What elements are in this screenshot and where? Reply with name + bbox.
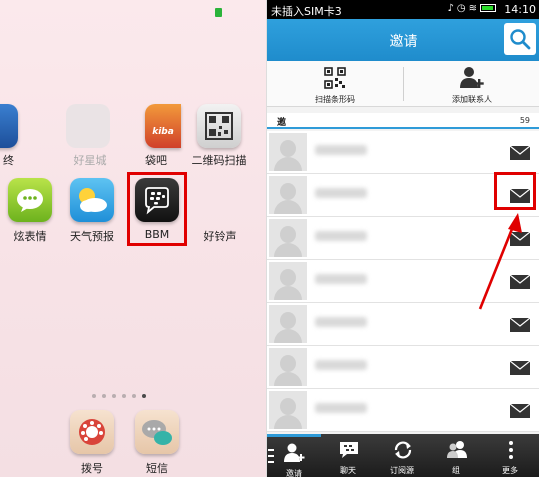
app-header: 邀请 <box>267 19 539 61</box>
blurred-contact-name <box>315 317 367 327</box>
scan-barcode-button[interactable]: 扫描条形码 <box>267 61 403 107</box>
avatar <box>269 176 307 214</box>
weather-app-icon[interactable] <box>70 178 114 222</box>
status-icons: ♪◷≋ <box>447 3 496 14</box>
status-bar: 未插入SIM卡3 ♪◷≋ 14:10 <box>267 0 539 19</box>
home-screen: 终 好星城 kiba 袋吧 二维码扫描 炫表情 天气预报 BBM 好铃声 拨号 … <box>0 0 266 477</box>
tab-invite-label: 邀请 <box>286 469 302 477</box>
kiba-app-icon[interactable]: kiba <box>145 104 181 148</box>
alarm-icon: ◷ <box>456 3 469 14</box>
bbm-chat-icon <box>340 442 358 458</box>
avatar <box>269 133 307 171</box>
blurred-contact-name <box>315 274 367 284</box>
ringtone-app-label: 好铃声 <box>203 230 237 243</box>
battery-icon <box>480 4 496 12</box>
tab-feeds-label: 订阅源 <box>390 466 414 475</box>
blurred-contact-name <box>315 145 367 155</box>
tab-invite[interactable]: 邀请 <box>267 434 321 477</box>
refresh-icon <box>394 441 412 459</box>
tab-feeds[interactable]: 订阅源 <box>375 434 429 477</box>
app-label-partial: 终 <box>3 154 14 167</box>
emoticon-app-icon[interactable] <box>8 178 52 222</box>
contact-row[interactable] <box>267 346 539 389</box>
search-button[interactable] <box>504 23 536 55</box>
invite-mail-icon[interactable] <box>510 361 530 375</box>
avatar <box>269 305 307 343</box>
app-icon-partial[interactable] <box>0 104 18 148</box>
page-indicator[interactable] <box>92 394 146 398</box>
dialer-app-label: 拨号 <box>81 462 103 475</box>
rotary-phone-icon <box>79 419 105 445</box>
tab-chat-label: 聊天 <box>340 466 356 475</box>
tab-more[interactable]: 更多 <box>483 434 537 477</box>
contact-row[interactable] <box>267 131 539 174</box>
invite-person-icon <box>284 443 305 462</box>
app-icon-partial-2[interactable] <box>66 104 110 148</box>
red-arrow-pointer <box>478 213 522 310</box>
chat-bubble-icon <box>17 189 43 212</box>
app-label-partial-2: 好星城 <box>73 154 107 167</box>
message-bubbles-icon <box>142 420 172 445</box>
dialer-app-icon[interactable] <box>70 410 114 454</box>
menu-lines-icon[interactable] <box>268 449 274 463</box>
tab-more-label: 更多 <box>502 466 518 475</box>
qr-code-icon <box>205 112 233 140</box>
add-person-icon <box>460 67 484 88</box>
add-contact-button[interactable]: 添加联系人 <box>404 61 539 107</box>
mute-icon: ♪ <box>447 3 457 14</box>
blurred-contact-name <box>315 360 367 370</box>
blurred-contact-name <box>315 403 367 413</box>
page-title: 邀请 <box>389 34 418 50</box>
kiba-logo-text: kiba <box>152 127 174 137</box>
tab-chat[interactable]: 聊天 <box>321 434 375 477</box>
invite-mail-icon[interactable] <box>510 404 530 418</box>
qr-scanner-app-label: 二维码扫描 <box>191 154 247 167</box>
avatar <box>269 219 307 257</box>
wifi-icon: ≋ <box>468 3 480 14</box>
avatar <box>269 391 307 429</box>
invite-mail-icon[interactable] <box>510 146 530 160</box>
carrier-text: 未插入SIM卡3 <box>271 5 342 18</box>
blurred-contact-name <box>315 188 367 198</box>
invite-actions: 扫描条形码 添加联系人 <box>267 61 539 107</box>
avatar <box>269 262 307 300</box>
bbm-invite-screen: 未插入SIM卡3 ♪◷≋ 14:10 邀请 扫描条形码 添加联系人 邀 59 邀… <box>266 0 539 477</box>
bbm-highlight-box <box>127 172 187 246</box>
qr-code-icon <box>324 67 346 89</box>
contacts-count: 59 <box>519 116 530 125</box>
clock: 14:10 <box>504 3 536 16</box>
invite-mail-icon[interactable] <box>510 318 530 332</box>
more-dots-icon <box>509 441 513 459</box>
scan-barcode-label: 扫描条形码 <box>315 95 355 104</box>
contact-row[interactable] <box>267 389 539 432</box>
bottom-tab-bar: 邀请 聊天 订阅源 组 更多 <box>267 434 539 477</box>
battery-indicator <box>215 8 222 17</box>
sun-cloud-icon <box>79 188 107 212</box>
emoticon-app-label: 炫表情 <box>13 230 47 243</box>
tab-groups-label: 组 <box>452 466 460 475</box>
contacts-section-header: 邀 59 <box>267 113 539 129</box>
blurred-contact-name <box>315 231 367 241</box>
messages-app-icon[interactable] <box>135 410 179 454</box>
search-icon <box>510 29 531 50</box>
qr-scanner-app-icon[interactable] <box>197 104 241 148</box>
kiba-app-label: 袋吧 <box>145 154 167 167</box>
weather-app-label: 天气预报 <box>70 230 114 243</box>
section-title: 邀 <box>277 118 287 128</box>
tab-groups[interactable]: 组 <box>429 434 483 477</box>
group-icon <box>447 441 467 458</box>
add-contact-label: 添加联系人 <box>452 95 492 104</box>
messages-app-label: 短信 <box>146 462 168 475</box>
avatar <box>269 348 307 386</box>
